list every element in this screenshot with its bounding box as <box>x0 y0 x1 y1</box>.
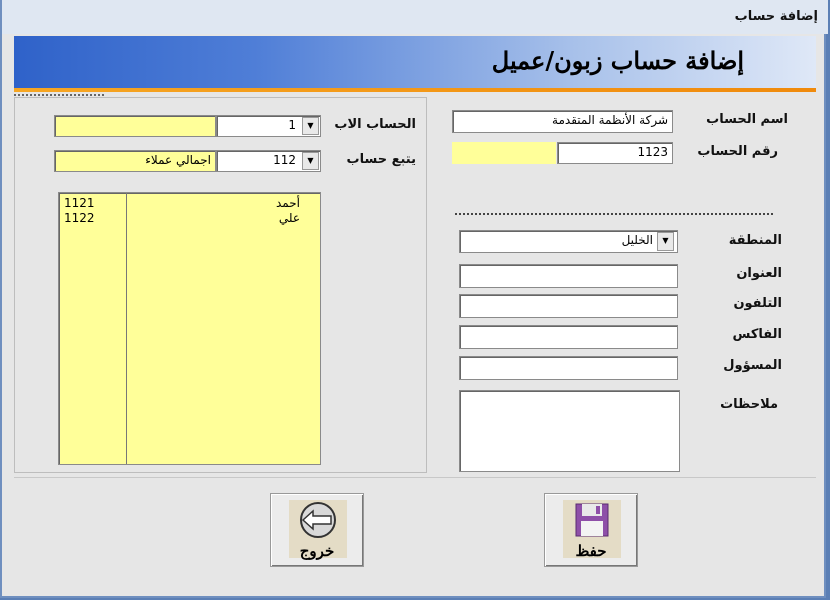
list-item-name: علي <box>278 211 300 225</box>
list-item-number: 1122 <box>64 211 95 225</box>
title-bar: إضافة حساب <box>2 0 828 34</box>
chevron-down-icon[interactable]: ▼ <box>302 152 319 170</box>
list-item[interactable]: 1121 أحمد <box>59 196 320 212</box>
follows-account-value: 112 <box>273 153 296 167</box>
sub-accounts-list[interactable]: 1121 أحمد 1122 علي <box>58 192 321 465</box>
follows-account-label: يتبع حساب <box>346 152 416 167</box>
list-column-divider <box>126 193 127 464</box>
region-label: المنطقة <box>728 233 782 248</box>
follows-account-name-field[interactable]: اجمالي عملاء <box>54 150 216 172</box>
save-button-label: حفظ <box>575 542 607 560</box>
exit-button-label: خروج <box>299 542 335 560</box>
fax-label: الفاكس <box>732 327 782 342</box>
account-name-label: اسم الحساب <box>706 112 788 127</box>
parent-account-name-field[interactable] <box>54 115 216 137</box>
region-value: الخليل <box>621 233 653 247</box>
parent-account-combobox[interactable]: 1 ▼ <box>216 115 321 137</box>
page-title: إضافة حساب زبون/عميل <box>491 46 744 75</box>
address-field[interactable] <box>459 264 678 288</box>
floppy-disk-icon <box>575 503 609 537</box>
follows-account-combobox[interactable]: 112 ▼ <box>216 150 321 172</box>
list-item-number: 1121 <box>64 196 95 210</box>
phone-field[interactable] <box>459 294 678 318</box>
list-item-name: أحمد <box>276 196 300 210</box>
phone-label: التلفون <box>733 296 782 311</box>
account-number-label: رقم الحساب <box>697 144 778 159</box>
account-number-field[interactable]: 1123 <box>557 142 673 164</box>
exit-button[interactable]: خروج <box>270 493 364 567</box>
dialog-window: إضافة حساب إضافة حساب زبون/عميل اسم الحس… <box>0 0 828 598</box>
chevron-down-icon[interactable]: ▼ <box>657 232 674 251</box>
account-name-field[interactable]: شركة الأنظمة المتقدمة <box>452 110 673 133</box>
window-title: إضافة حساب <box>734 9 818 24</box>
section-divider <box>455 213 773 215</box>
fax-field[interactable] <box>459 325 678 349</box>
address-label: العنوان <box>736 266 782 281</box>
list-item[interactable]: 1122 علي <box>59 211 320 227</box>
region-combobox[interactable]: ▼ الخليل <box>459 230 678 253</box>
parent-account-value: 1 <box>288 118 296 132</box>
bottom-divider <box>14 477 816 478</box>
responsible-field[interactable] <box>459 356 678 380</box>
notes-textarea[interactable] <box>459 390 680 472</box>
account-number-highlight <box>452 142 556 164</box>
responsible-label: المسؤول <box>723 358 782 373</box>
parent-account-label: الحساب الاب <box>334 117 416 132</box>
arrow-left-icon <box>300 502 336 538</box>
header-accent-line <box>14 88 816 92</box>
save-button[interactable]: حفظ <box>544 493 638 567</box>
notes-label: ملاحظات <box>720 397 778 412</box>
chevron-down-icon[interactable]: ▼ <box>302 117 319 135</box>
